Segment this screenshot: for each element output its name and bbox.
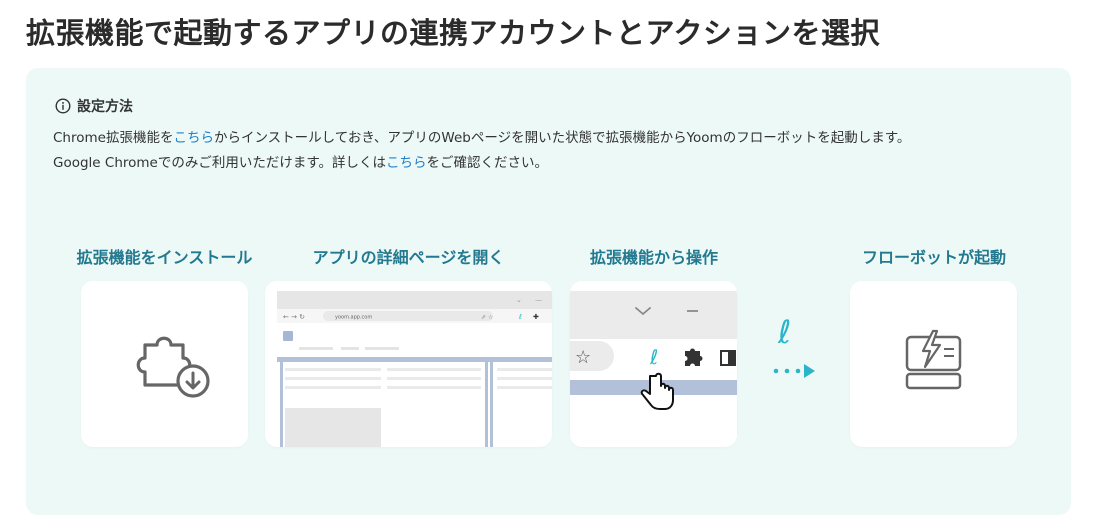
description-line-1: Chrome拡張機能をこちらからインストールしておき、アプリのWebページを開い… — [53, 130, 911, 146]
svg-text:ℓ: ℓ — [518, 313, 522, 321]
svg-text:ℓ: ℓ — [777, 313, 791, 351]
step-title-launch: フローボットが起動 — [861, 248, 1006, 267]
svg-text:⌄: ⌄ — [516, 296, 522, 304]
step-card-launch — [850, 281, 1017, 447]
svg-text:yoom.app.com: yoom.app.com — [335, 315, 372, 321]
extension-toolbar-icon: ☆ ℓ — [570, 291, 737, 447]
svg-text:ℓ: ℓ — [649, 345, 658, 369]
page-title: 拡張機能で起動するアプリの連携アカウントとアクションを選択 — [26, 16, 881, 50]
details-link[interactable]: こちら — [386, 155, 427, 171]
step-card-install — [81, 281, 248, 447]
step-title-open-page: アプリの詳細ページを開く — [312, 248, 505, 267]
launch-arrow-icon: ℓ — [773, 313, 815, 378]
svg-text:—: — — [535, 296, 542, 304]
install-extension-link[interactable]: こちら — [173, 130, 214, 146]
flowbot-icon — [905, 329, 962, 390]
step-card-open-page: ⌄ — ← → ↻ yoom.app.com ⇗ ☆ ℓ ✚ — [265, 281, 552, 447]
svg-text:☆: ☆ — [575, 347, 591, 368]
info-icon — [55, 98, 71, 114]
step-card-operate: ☆ ℓ — [570, 281, 737, 447]
step-title-install: 拡張機能をインストール — [76, 248, 253, 267]
howto-title: 設定方法 — [77, 99, 133, 115]
svg-text:⇗ ☆: ⇗ ☆ — [481, 314, 493, 321]
howto-panel: 設定方法 Chrome拡張機能をこちらからインストールしておき、アプリのWebペ… — [26, 68, 1071, 515]
svg-text:← → ↻: ← → ↻ — [283, 313, 305, 321]
description-line-2: Google Chromeでのみご利用いただけます。詳しくはこちらをご確認くださ… — [53, 155, 548, 171]
svg-text:✚: ✚ — [533, 313, 539, 321]
howto-header: 設定方法 — [55, 96, 133, 116]
step-title-operate: 拡張機能から操作 — [589, 248, 718, 267]
puzzle-download-icon — [136, 336, 210, 398]
browser-window-icon: ⌄ — ← → ↻ yoom.app.com ⇗ ☆ ℓ ✚ — [277, 291, 552, 447]
